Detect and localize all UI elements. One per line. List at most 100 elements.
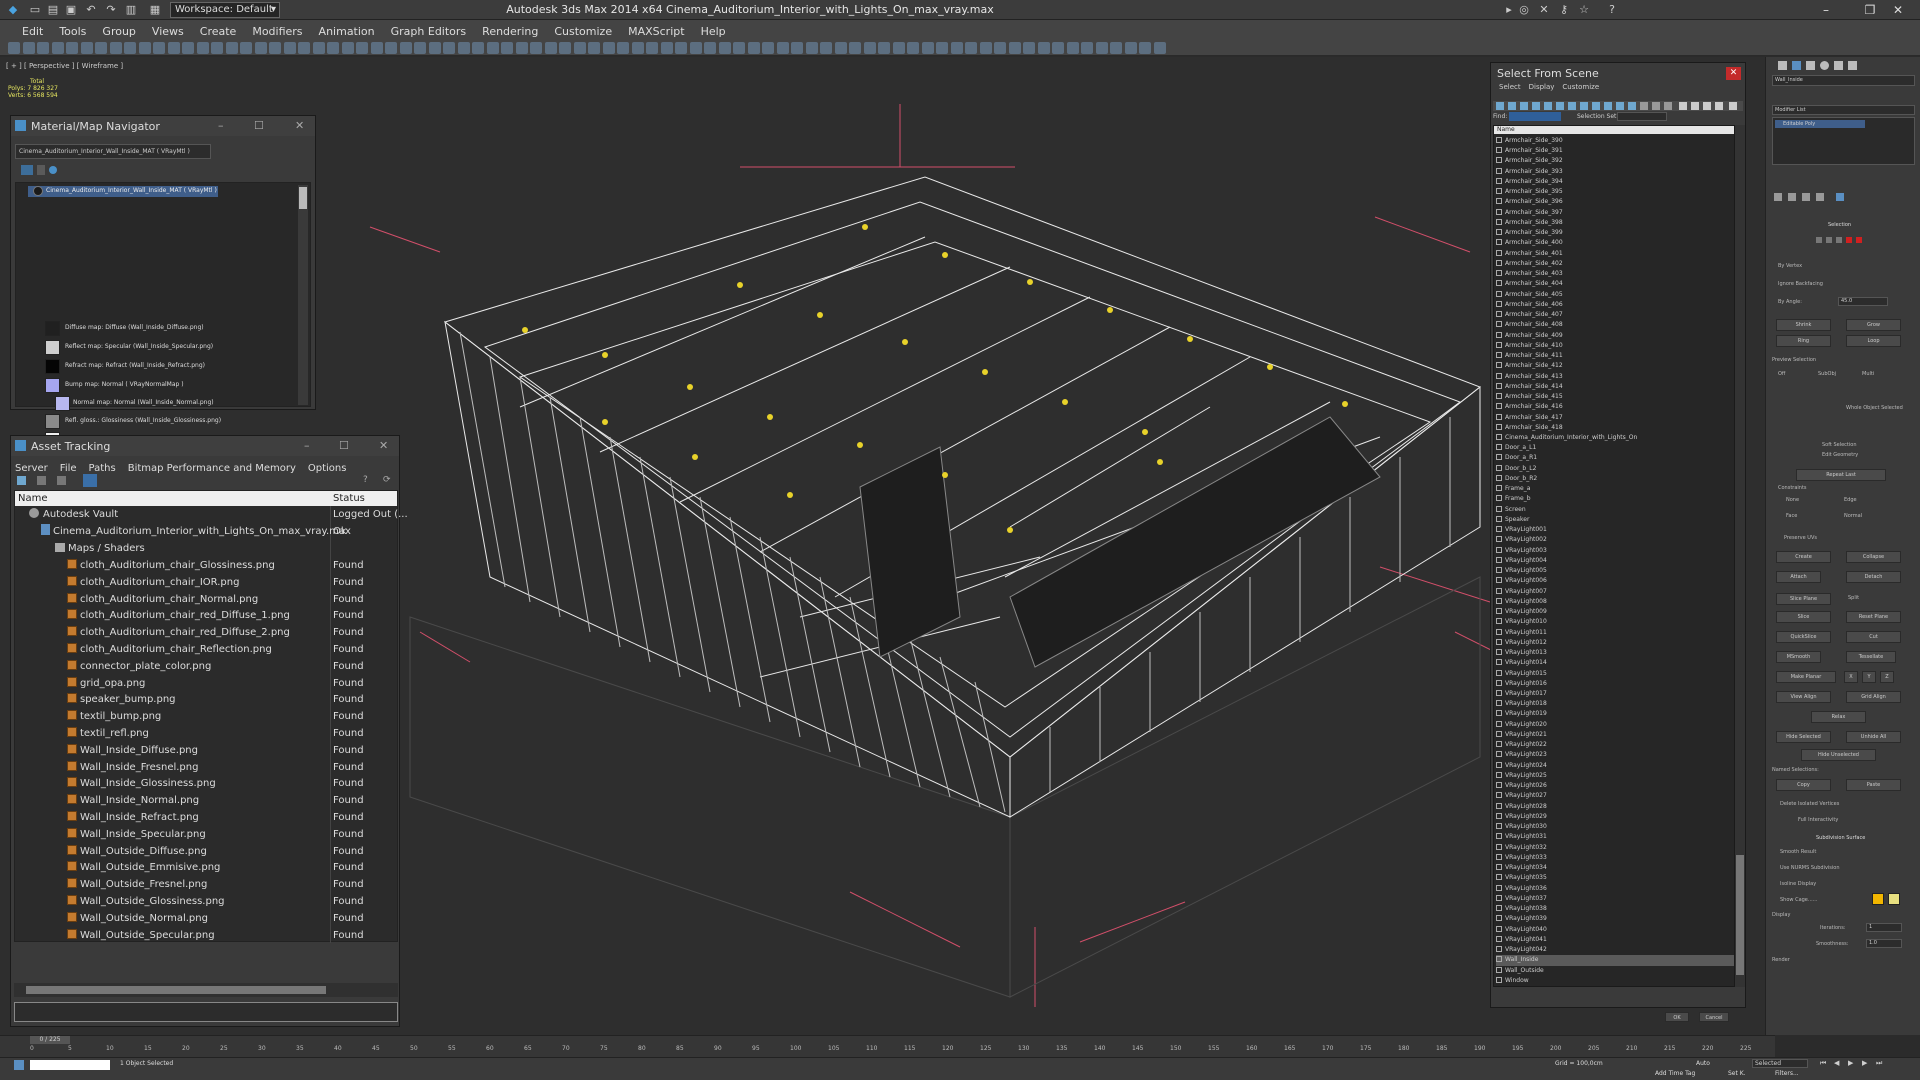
display-frozen-icon[interactable]	[1616, 102, 1624, 110]
toolbar-tool-icon[interactable]	[515, 42, 528, 54]
toolbar-tool-icon[interactable]	[1066, 42, 1079, 54]
toolbar-tool-icon[interactable]	[733, 42, 745, 54]
asset-file-row[interactable]: Wall_Outside_Diffuse.png	[67, 844, 207, 860]
slice-plane-button[interactable]: Slice Plane	[1776, 593, 1831, 605]
toolbar-tool-icon[interactable]	[1110, 42, 1122, 54]
display-cameras-icon[interactable]	[1532, 102, 1540, 110]
border-level-icon[interactable]	[1836, 237, 1842, 243]
select-from-scene-titlebar[interactable]: Select From Scene ✕	[1491, 63, 1745, 83]
scene-object-item[interactable]: Screen	[1496, 505, 1734, 515]
hierarchy-tab-icon[interactable]	[1806, 61, 1815, 70]
map-row-refract[interactable]: Refract map: Refract (Wall_Inside_Refrac…	[65, 358, 205, 374]
scene-object-item[interactable]: VRayLight002	[1496, 535, 1734, 545]
toolbar-tool-icon[interactable]	[443, 42, 455, 54]
quickslice-button[interactable]: QuickSlice	[1776, 631, 1831, 643]
ok-button[interactable]: OK	[1665, 1012, 1689, 1022]
scene-object-item[interactable]: Armchair_Side_406	[1496, 300, 1734, 310]
maxscript-listener-icon[interactable]	[14, 1060, 24, 1070]
scene-object-item[interactable]: VRayLight023	[1496, 750, 1734, 760]
asset-file-row[interactable]: connector_plate_color.png	[67, 659, 211, 675]
display-tab-icon[interactable]	[1834, 61, 1843, 70]
scene-object-item[interactable]: Armchair_Side_393	[1496, 167, 1734, 177]
object-name-field[interactable]: Wall_Inside	[1772, 75, 1915, 86]
asset-file-row[interactable]: textil_bump.png	[67, 709, 161, 725]
full-interactivity-checkbox[interactable]: Full Interactivity	[1798, 817, 1838, 823]
scene-object-item[interactable]: Speaker	[1496, 515, 1734, 525]
scene-object-item[interactable]: VRayLight004	[1496, 556, 1734, 566]
close-icon[interactable]: ✕	[379, 439, 388, 452]
pin-stack-icon[interactable]	[1774, 193, 1782, 201]
maximize-icon[interactable]: ☐	[254, 119, 264, 132]
display-containers-icon[interactable]	[1604, 102, 1612, 110]
set-key-label[interactable]: Set K.	[1728, 1070, 1746, 1077]
scene-object-item[interactable]: VRayLight013	[1496, 648, 1734, 658]
toolbar-tool-icon[interactable]	[327, 42, 339, 54]
vault-row[interactable]: Autodesk Vault	[29, 507, 118, 523]
scene-object-item[interactable]: Armchair_Side_404	[1496, 279, 1734, 289]
paste-button[interactable]: Paste	[1846, 779, 1901, 791]
view-align-button[interactable]: View Align	[1776, 691, 1831, 703]
toolbar-tool-icon[interactable]	[298, 42, 310, 54]
edit-geometry-rollout[interactable]: Edit Geometry	[1822, 452, 1858, 458]
scene-object-item[interactable]: Armchair_Side_401	[1496, 249, 1734, 259]
menu-customize[interactable]: Customize	[1558, 83, 1603, 91]
menu-maxscript[interactable]: MAXScript	[620, 22, 692, 38]
display-lights-icon[interactable]	[1520, 102, 1528, 110]
iterations-spinner[interactable]: 1	[1866, 923, 1902, 932]
scene-object-item[interactable]: VRayLight020	[1496, 720, 1734, 730]
motion-tab-icon[interactable]	[1820, 61, 1829, 70]
edge-level-icon[interactable]	[1826, 237, 1832, 243]
toolbar-tool-icon[interactable]	[805, 42, 818, 54]
toolbar-tool-icon[interactable]	[124, 42, 136, 54]
key-filter-dropdown[interactable]: Selected	[1752, 1059, 1808, 1068]
scene-object-item[interactable]: Armchair_Side_399	[1496, 228, 1734, 238]
scene-object-item[interactable]: VRayLight016	[1496, 679, 1734, 689]
asset-file-row[interactable]: Wall_Inside_Diffuse.png	[67, 743, 198, 759]
subdivision-surface-rollout[interactable]: Subdivision Surface	[1816, 835, 1865, 841]
tree-scrollbar[interactable]	[298, 185, 308, 405]
close-icon[interactable]: ✕	[1876, 0, 1920, 20]
detach-button[interactable]: Detach	[1846, 571, 1901, 583]
scene-file-row[interactable]: Cinema_Auditorium_Interior_with_Lights_O…	[41, 524, 351, 540]
by-vertex-checkbox[interactable]: By Vertex	[1778, 263, 1802, 269]
find-input[interactable]	[1509, 112, 1561, 121]
toolbar-tool-icon[interactable]	[863, 42, 876, 54]
scene-object-item[interactable]: VRayLight021	[1496, 730, 1734, 740]
toolbar-tool-icon[interactable]	[689, 42, 702, 54]
asset-file-row[interactable]: Wall_Inside_Fresnel.png	[67, 760, 198, 776]
menu-views[interactable]: Views	[144, 22, 192, 38]
scene-object-item[interactable]: Armchair_Side_416	[1496, 402, 1734, 412]
make-unique-icon[interactable]	[1802, 193, 1810, 201]
scene-object-item[interactable]: VRayLight038	[1496, 904, 1734, 914]
toolbar-tool-icon[interactable]	[95, 42, 107, 54]
use-nurms-checkbox[interactable]: Use NURMS Subdivision	[1780, 865, 1840, 871]
toolbar-tool-icon[interactable]	[240, 42, 252, 54]
scene-object-item[interactable]: VRayLight026	[1496, 781, 1734, 791]
scene-object-item[interactable]: VRayLight034	[1496, 863, 1734, 873]
modifier-list-dropdown[interactable]: Modifier List	[1772, 105, 1915, 115]
menu-modifiers[interactable]: Modifiers	[244, 22, 310, 38]
display-xrefs-icon[interactable]	[1580, 102, 1588, 110]
menu-edit[interactable]: Edit	[0, 22, 51, 38]
scene-object-item[interactable]: Armchair_Side_418	[1496, 423, 1734, 433]
toolbar-tool-icon[interactable]	[370, 42, 383, 54]
goto-end-icon[interactable]: ⏭	[1876, 1059, 1882, 1068]
planar-y-button[interactable]: Y	[1862, 671, 1876, 683]
toolbar-tool-icon[interactable]	[501, 42, 513, 54]
tree-view-icon[interactable]	[57, 476, 66, 485]
hide-selected-button[interactable]: Hide Selected	[1776, 731, 1831, 743]
angle-spinner[interactable]: 45.0	[1838, 297, 1888, 306]
scene-object-item[interactable]: Armchair_Side_397	[1496, 208, 1734, 218]
select-invert-icon[interactable]	[1715, 102, 1723, 110]
toolbar-tool-icon[interactable]	[907, 42, 919, 54]
show-end-result-icon[interactable]	[1788, 193, 1796, 201]
ring-button[interactable]: Ring	[1776, 335, 1831, 347]
scene-object-item[interactable]: VRayLight031	[1496, 832, 1734, 842]
map-row-reflect[interactable]: Reflect map: Specular (Wall_Inside_Specu…	[65, 339, 213, 355]
display-spacewarps-icon[interactable]	[1556, 102, 1564, 110]
list-header-name[interactable]: Name	[1494, 126, 1734, 134]
asset-file-row[interactable]: Wall_Outside_Specular.png	[67, 928, 215, 944]
map-row-diffuse[interactable]: Diffuse map: Diffuse (Wall_Inside_Diffus…	[65, 320, 204, 336]
scene-object-item[interactable]: VRayLight028	[1496, 802, 1734, 812]
scene-object-item[interactable]: VRayLight009	[1496, 607, 1734, 617]
